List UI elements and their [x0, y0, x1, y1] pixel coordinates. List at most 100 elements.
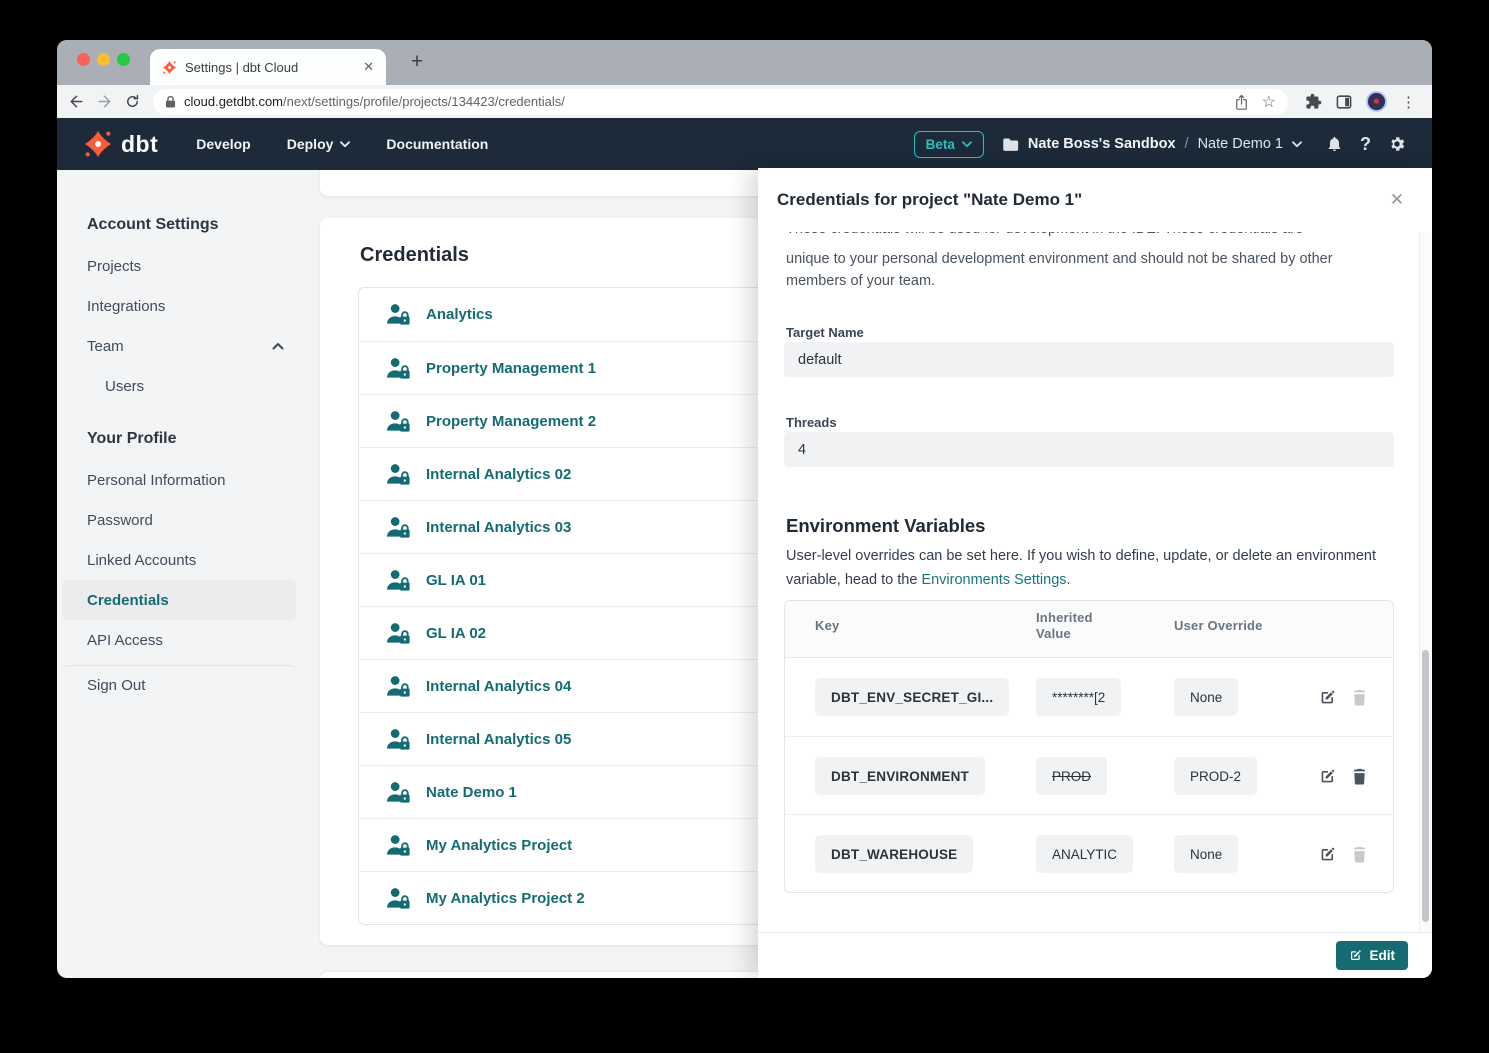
edit-pencil-icon[interactable]	[1319, 846, 1336, 863]
browser-tab[interactable]: Settings | dbt Cloud ✕	[150, 49, 386, 85]
user-lock-icon	[386, 463, 411, 486]
gear-icon[interactable]	[1388, 135, 1406, 153]
env-var-key: DBT_ENV_SECRET_GI...	[815, 678, 1009, 716]
dbt-favicon	[162, 60, 177, 75]
chevron-up-icon[interactable]	[272, 342, 284, 350]
breadcrumb-project[interactable]: Nate Demo 1	[1198, 136, 1283, 152]
environments-settings-link[interactable]: Environments Settings	[921, 572, 1066, 588]
credentials-description: unique to your personal development envi…	[786, 248, 1394, 292]
breadcrumb-account[interactable]: Nate Boss's Sandbox	[1028, 136, 1176, 152]
env-var-inherited-value: ANALYTIC	[1036, 835, 1133, 873]
threads-label: Threads	[786, 415, 837, 430]
threads-input[interactable]	[784, 432, 1394, 467]
profile-avatar[interactable]	[1366, 91, 1387, 112]
help-icon[interactable]: ?	[1360, 134, 1371, 155]
edit-pencil-icon[interactable]	[1319, 689, 1336, 706]
credential-project-name[interactable]: Internal Analytics 02	[426, 466, 571, 483]
clipped-text-line: These credentials will be used for devel…	[786, 232, 1386, 241]
topnav-item[interactable]: Deploy	[287, 136, 351, 152]
credential-project-name[interactable]: Analytics	[426, 306, 493, 323]
chevron-down-icon	[962, 141, 972, 148]
dbt-logo[interactable]: dbt	[83, 129, 158, 159]
traffic-light-minimize[interactable]	[97, 53, 110, 66]
traffic-light-close[interactable]	[77, 53, 90, 66]
env-vars-table: Key Inherited Value User Override DBT_EN…	[784, 600, 1394, 893]
env-var-user-override: None	[1174, 678, 1238, 716]
sidebar-item[interactable]: Integrations	[62, 286, 296, 326]
edit-button[interactable]: Edit	[1336, 941, 1409, 970]
env-var-inherited-value: PROD	[1036, 757, 1107, 795]
sidebar-section-heading: Your Profile	[87, 430, 296, 448]
chevron-down-icon	[1292, 141, 1302, 148]
credentials-card-title: Credentials	[360, 244, 469, 267]
credential-project-name[interactable]: Nate Demo 1	[426, 784, 517, 801]
sidebar-item[interactable]: Projects	[62, 246, 296, 286]
sidebar-item[interactable]: API Access	[62, 620, 296, 660]
traffic-light-zoom[interactable]	[117, 53, 130, 66]
sidebar-item[interactable]: Team	[62, 326, 296, 366]
credential-project-name[interactable]: Property Management 2	[426, 413, 596, 430]
credential-project-name[interactable]: Internal Analytics 03	[426, 519, 571, 536]
reload-icon[interactable]	[125, 94, 140, 109]
edit-pencil-icon[interactable]	[1319, 768, 1336, 785]
breadcrumb[interactable]: Nate Boss's Sandbox / Nate Demo 1	[1002, 136, 1302, 152]
drawer-title: Credentials for project "Nate Demo 1"	[777, 190, 1082, 210]
sidebar-item[interactable]: Credentials	[62, 580, 296, 620]
sidebar-item[interactable]: Sign Out	[62, 665, 296, 705]
screenshot-canvas: Settings | dbt Cloud ✕ + cloud.getdbt.co…	[0, 0, 1489, 1053]
beta-badge[interactable]: Beta	[914, 131, 984, 158]
side-panel-icon[interactable]	[1336, 95, 1352, 109]
url-bar[interactable]: cloud.getdbt.com/next/settings/profile/p…	[153, 89, 1288, 115]
trash-icon[interactable]	[1352, 768, 1367, 785]
target-name-input[interactable]	[784, 342, 1394, 377]
user-lock-icon	[386, 887, 411, 910]
drawer-scroll-area: These credentials will be used for devel…	[758, 232, 1432, 932]
back-icon[interactable]	[69, 94, 84, 109]
credential-project-name[interactable]: My Analytics Project	[426, 837, 572, 854]
chrome-menu-icon[interactable]: ⋮	[1401, 93, 1416, 111]
user-lock-icon	[386, 622, 411, 645]
sidebar-item[interactable]: Linked Accounts	[62, 540, 296, 580]
environment-variables-description: User-level overrides can be set here. If…	[786, 544, 1396, 592]
env-var-user-override: None	[1174, 835, 1238, 873]
trash-icon[interactable]	[1352, 689, 1367, 706]
notifications-bell-icon[interactable]	[1326, 135, 1343, 153]
sidebar-item[interactable]: Password	[62, 500, 296, 540]
topnav-item[interactable]: Develop	[196, 136, 250, 152]
env-var-key: DBT_ENVIRONMENT	[815, 757, 985, 795]
user-lock-icon	[386, 357, 411, 380]
drawer-footer: Edit	[758, 932, 1432, 978]
topnav-item[interactable]: Documentation	[386, 136, 488, 152]
env-var-row: DBT_ENVIRONMENT PROD PROD-2	[785, 736, 1393, 814]
tab-close-icon[interactable]: ✕	[363, 59, 374, 75]
column-inherited-value: Inherited Value	[1036, 610, 1098, 642]
user-lock-icon	[386, 516, 411, 539]
user-lock-icon	[386, 410, 411, 433]
sidebar-item[interactable]: Personal Information	[62, 460, 296, 500]
extensions-puzzle-icon[interactable]	[1305, 93, 1322, 110]
user-lock-icon	[386, 781, 411, 804]
lock-icon	[165, 95, 176, 108]
trash-icon[interactable]	[1352, 846, 1367, 863]
credential-project-name[interactable]: Property Management 1	[426, 360, 596, 377]
credential-project-name[interactable]: My Analytics Project 2	[426, 890, 585, 907]
bookmark-star-icon[interactable]: ☆	[1262, 92, 1276, 112]
new-tab-button[interactable]: +	[403, 50, 431, 74]
sidebar-item[interactable]: Users	[62, 366, 296, 406]
drawer-scrollbar-track[interactable]	[1419, 232, 1432, 932]
dbt-top-nav: dbt Develop Deploy Documentation	[57, 118, 1432, 170]
close-icon[interactable]: ✕	[1390, 190, 1404, 210]
credential-project-name[interactable]: Internal Analytics 05	[426, 731, 571, 748]
column-user-override: User Override	[1174, 618, 1263, 633]
forward-icon[interactable]	[97, 94, 112, 109]
breadcrumb-separator: /	[1185, 136, 1189, 152]
credential-project-name[interactable]: Internal Analytics 04	[426, 678, 571, 695]
drawer-header: Credentials for project "Nate Demo 1" ✕	[758, 168, 1432, 232]
drawer-scrollbar-thumb[interactable]	[1422, 650, 1429, 922]
column-key: Key	[815, 618, 839, 633]
env-var-row: DBT_ENV_SECRET_GI... ********[2 None	[785, 658, 1393, 736]
share-icon[interactable]	[1235, 94, 1248, 110]
credential-project-name[interactable]: GL IA 02	[426, 625, 486, 642]
credential-project-name[interactable]: GL IA 01	[426, 572, 486, 589]
browser-toolbar: cloud.getdbt.com/next/settings/profile/p…	[57, 85, 1432, 118]
